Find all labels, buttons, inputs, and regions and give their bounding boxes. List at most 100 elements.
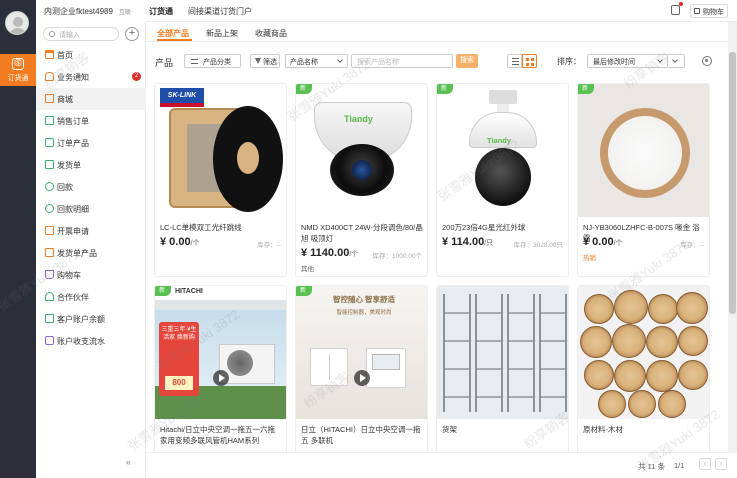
rail-app-label: 订货通 bbox=[7, 75, 29, 82]
search-placeholder: 请输入 bbox=[59, 32, 80, 39]
search-field-select[interactable]: 产品名称 bbox=[285, 54, 348, 68]
scrollbar-thumb[interactable] bbox=[729, 52, 736, 314]
sidebar-search: 请输入 + bbox=[43, 27, 139, 41]
portal-link[interactable]: 间接渠道订货门户 bbox=[188, 6, 252, 17]
collapse-sidebar-button[interactable]: « bbox=[126, 457, 131, 467]
product-card[interactable]: 新 智控随心 智享舒适 智能控制器，美观时尚 日立（HITACHI）日立中央空调… bbox=[295, 285, 428, 478]
sidebar-item-cart[interactable]: 购物车 bbox=[36, 264, 146, 286]
tab-new-arrivals[interactable]: 新品上架 bbox=[206, 28, 238, 39]
sort-order-toggle[interactable] bbox=[668, 54, 685, 68]
delivery-icon bbox=[45, 160, 54, 169]
order-app-icon: Ⓢ bbox=[12, 58, 24, 70]
switch-tenant-link[interactable]: 互联 bbox=[119, 7, 131, 16]
product-stock: 库存：-- bbox=[257, 242, 281, 249]
chevron-down-icon bbox=[657, 57, 663, 63]
sidebar-item-ledger[interactable]: 账户收支流水 bbox=[36, 330, 146, 352]
sidebar-item-payment-details[interactable]: 回款明细 bbox=[36, 198, 146, 220]
sidebar-item-payments[interactable]: 回款 bbox=[36, 176, 146, 198]
product-name: NMD XD400CT 24W-分段调色/80/晶旭 吸顶灯 bbox=[301, 223, 423, 243]
company-name: 内测企业fktest4989 bbox=[44, 7, 113, 16]
product-tabs: 全部产品 新品上架 收藏商品 bbox=[146, 22, 728, 42]
sidebar-item-sales-orders[interactable]: 销售订单 bbox=[36, 110, 146, 132]
sidebar-item-delivery[interactable]: 发货单 bbox=[36, 154, 146, 176]
sidebar-item-invoice[interactable]: 开票申请 bbox=[36, 220, 146, 242]
sidebar-item-label: 客户账户余额 bbox=[57, 315, 105, 324]
cart-label: 购物车 bbox=[703, 9, 724, 16]
sidebar-item-balance[interactable]: 客户账户余额 bbox=[36, 308, 146, 330]
new-tag: 新 bbox=[437, 84, 454, 94]
prev-page-button[interactable]: ‹ bbox=[699, 458, 711, 470]
sort-select[interactable]: 最后修改时间 bbox=[587, 54, 668, 68]
keyword-input[interactable]: 搜索产品名称 bbox=[351, 54, 453, 68]
image-subtitle: 智能控制器，美观时尚 bbox=[336, 310, 392, 316]
product-card[interactable]: SK-LINK LC-LC单模双工光纤跳线 ¥ 0.00/个 库存：-- bbox=[154, 83, 287, 277]
product-name: Hitachi/日立中央空调一拖五一六拖 家用变频多联风管机HAM系列 bbox=[160, 425, 276, 445]
add-button[interactable]: + bbox=[125, 27, 139, 41]
product-image bbox=[578, 286, 709, 419]
grid-view-toggle[interactable] bbox=[522, 54, 537, 68]
search-button[interactable]: 搜索 bbox=[456, 54, 478, 68]
filter-title: 产品 bbox=[155, 58, 174, 68]
product-name: LC-LC单模双工光纤跳线 bbox=[160, 223, 242, 232]
balance-icon bbox=[45, 314, 54, 323]
product-price: ¥ 1140.00/个 bbox=[301, 247, 359, 259]
tab-favorites[interactable]: 收藏商品 bbox=[255, 28, 287, 39]
product-stock: 库存：-- bbox=[680, 242, 704, 249]
search-icon bbox=[49, 31, 55, 37]
product-price: ¥ 0.00/个 bbox=[583, 236, 623, 248]
category-button[interactable]: 产品分类 bbox=[184, 54, 241, 68]
sidebar-item-label: 购物车 bbox=[57, 271, 81, 280]
product-card[interactable]: 新 Tiandy NMD XD400CT 24W-分段调色/80/晶旭 吸顶灯 … bbox=[295, 83, 428, 277]
list-view-toggle[interactable] bbox=[507, 54, 522, 68]
notification-icon[interactable] bbox=[671, 2, 683, 15]
product-card[interactable]: 新 NJ-YB3060LZHFC-B-007S 喙金 浴霸 ¥ 0.00/个 库… bbox=[577, 83, 710, 277]
sidebar-item-home[interactable]: 首页 bbox=[36, 44, 146, 66]
settings-icon[interactable] bbox=[702, 56, 712, 66]
brand-logo: Tiandy bbox=[487, 136, 512, 145]
sidebar-item-label: 开票申请 bbox=[57, 227, 89, 236]
sort-value: 最后修改时间 bbox=[593, 59, 635, 66]
sidebar-item-mall[interactable]: 商城 bbox=[36, 88, 146, 110]
sidebar-item-notifications[interactable]: 业务通知 2 bbox=[36, 66, 146, 88]
sidebar-item-label: 合作伙伴 bbox=[57, 293, 89, 302]
main-content: 全部产品 新品上架 收藏商品 产品 产品分类 筛选 产品名称 搜索产品名称 搜索… bbox=[146, 22, 728, 478]
chevron-down-icon bbox=[672, 57, 678, 63]
sidebar-item-label: 回款 bbox=[57, 183, 73, 192]
sidebar-item-delivery-products[interactable]: 发货单产品 bbox=[36, 242, 146, 264]
company-header: 内测企业fktest4989 互联 bbox=[36, 0, 146, 22]
partner-icon bbox=[45, 292, 54, 301]
cart-button[interactable]: 购物车 bbox=[690, 4, 728, 18]
home-icon bbox=[45, 50, 54, 59]
product-image: 新 bbox=[578, 84, 709, 217]
product-image: 新 Tiandy bbox=[296, 84, 427, 217]
shop-icon bbox=[45, 94, 54, 103]
brand-logo: SK-LINK bbox=[160, 88, 204, 103]
promo-price: 800 bbox=[165, 376, 193, 390]
sidebar-item-label: 首页 bbox=[57, 51, 73, 60]
product-card[interactable]: 新 HITACHI 三重三年 ¥生活家 焕新购 800 Hitachi/日立中央… bbox=[154, 285, 287, 478]
order-product-icon bbox=[45, 138, 54, 147]
play-video-button[interactable] bbox=[213, 370, 229, 386]
rail-app-order[interactable]: Ⓢ 订货通 bbox=[0, 54, 36, 86]
next-page-button[interactable]: › bbox=[715, 458, 727, 470]
category-label: 产品分类 bbox=[203, 59, 231, 66]
sidebar-item-order-products[interactable]: 订单产品 bbox=[36, 132, 146, 154]
sidebar-item-partners[interactable]: 合作伙伴 bbox=[36, 286, 146, 308]
filter-button[interactable]: 筛选 bbox=[250, 54, 280, 68]
sidebar-search-input[interactable]: 请输入 bbox=[43, 27, 119, 41]
tab-all-products[interactable]: 全部产品 bbox=[157, 28, 189, 39]
user-avatar[interactable] bbox=[5, 11, 29, 35]
product-image bbox=[437, 286, 568, 419]
product-card[interactable]: 货架 bbox=[436, 285, 569, 478]
product-card[interactable]: 原材料-木材 bbox=[577, 285, 710, 478]
promo-text: 三重三年 ¥生活家 焕新购 bbox=[161, 327, 197, 341]
product-price: ¥ 114.00/只 bbox=[442, 236, 494, 248]
product-note: 其他 bbox=[301, 266, 314, 273]
keyword-placeholder: 搜索产品名称 bbox=[357, 59, 399, 66]
product-image: SK-LINK bbox=[155, 84, 286, 217]
product-card[interactable]: 新 Tiandy 200万23倍4G星光红外球 ¥ 114.00/只 库存：30… bbox=[436, 83, 569, 277]
play-video-button[interactable] bbox=[354, 370, 370, 386]
app-rail: Ⓢ 订货通 bbox=[0, 0, 36, 478]
product-name: 200万23倍4G星光红外球 bbox=[442, 223, 526, 232]
page-indicator[interactable]: 1/1 bbox=[674, 461, 684, 470]
